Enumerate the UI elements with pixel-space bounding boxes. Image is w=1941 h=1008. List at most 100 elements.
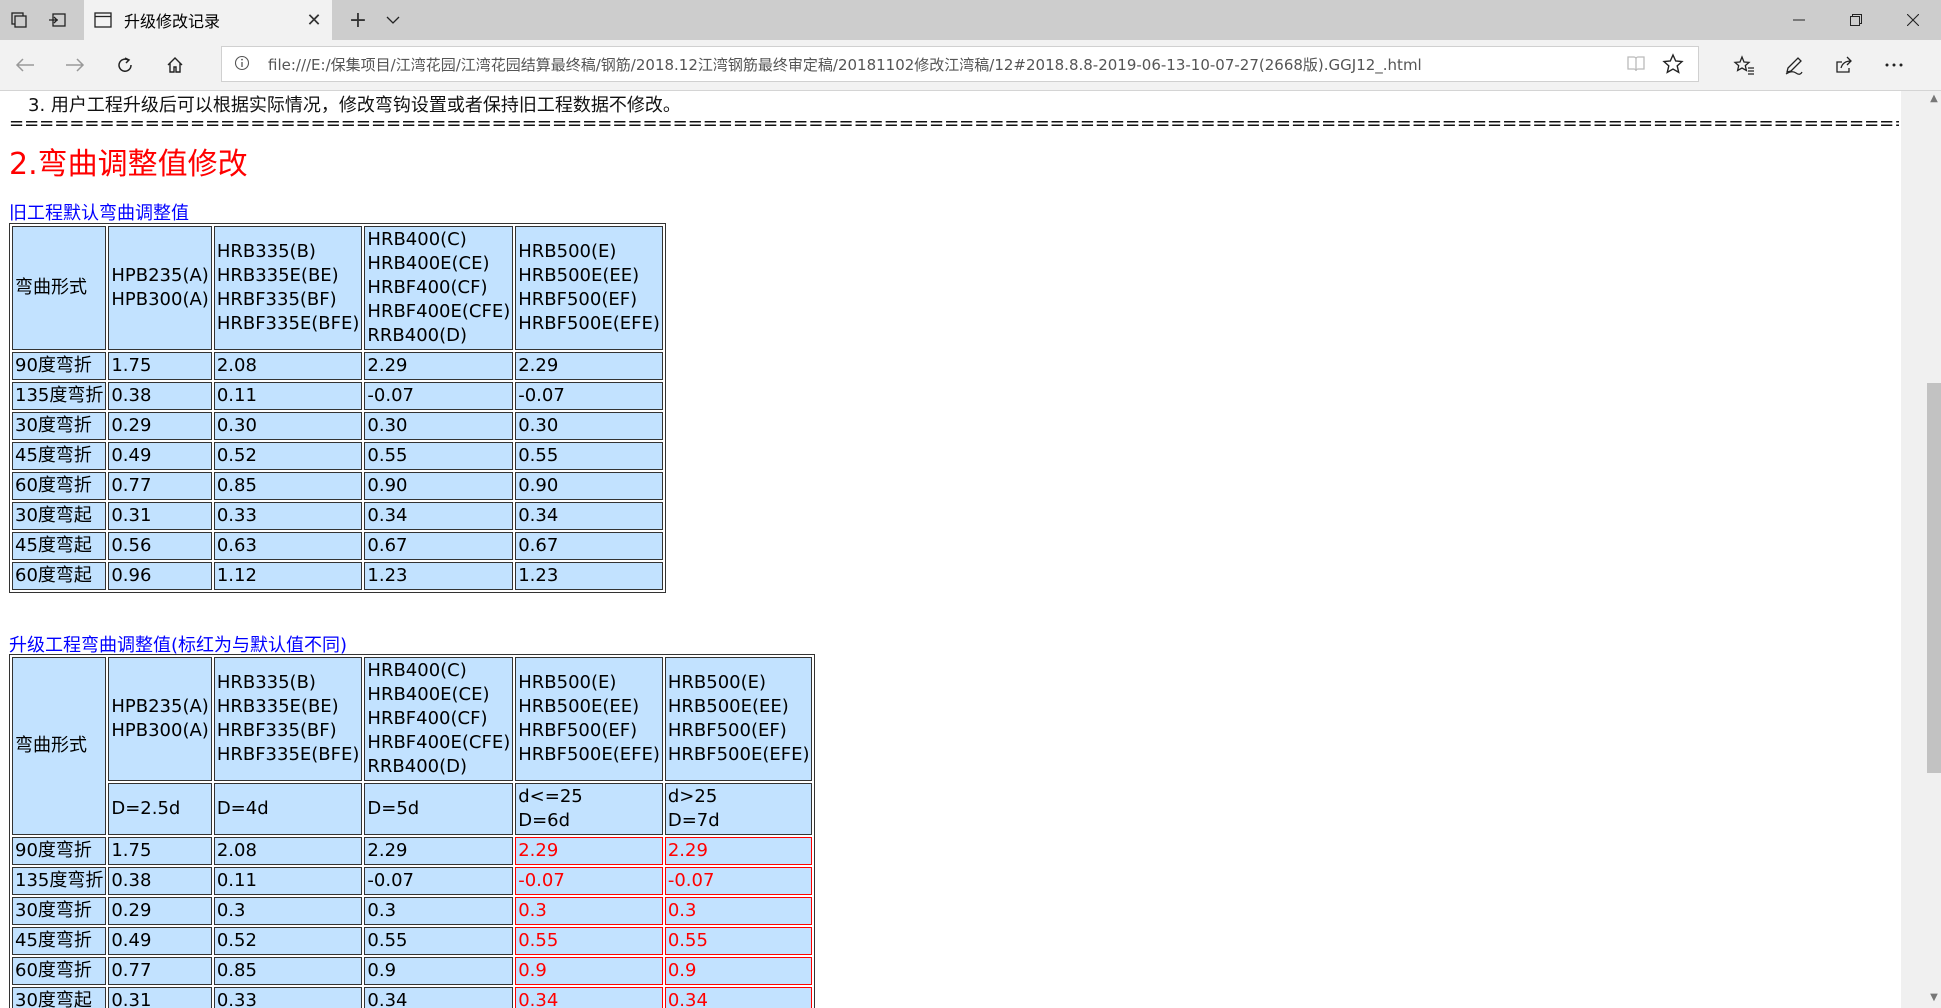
value-cell: 1.23 — [364, 562, 514, 590]
page-content: 3. 用户工程升级后可以根据实际情况，修改弯钩设置或者保持旧工程数据不修改。 =… — [0, 91, 1901, 1008]
changed-value-cell: 0.55 — [664, 927, 813, 955]
section-heading: 2.弯曲调整值修改 — [9, 147, 248, 182]
header-grade-col1: HPB235(A) HPB300(A) — [108, 657, 212, 781]
header-grade-col4: HRB500(E) HRB500E(EE) HRBF500(EF) HRBF500E(… — [515, 226, 663, 350]
changed-value-cell: 0.3 — [515, 897, 663, 925]
new-tab-icon[interactable]: + — [340, 0, 376, 40]
favorites-list-icon[interactable] — [1727, 49, 1761, 81]
share-icon[interactable] — [1827, 49, 1861, 81]
value-cell: 0.11 — [213, 867, 363, 895]
changed-value-cell: -0.07 — [664, 867, 813, 895]
value-cell: 0.31 — [108, 502, 212, 530]
set-aside-tabs-icon[interactable] — [38, 0, 76, 40]
header-grade-col2-line: HRBF335(BF) — [216, 720, 337, 741]
title-bar: 升级修改记录 ✕ + — [0, 0, 1941, 40]
value-cell: 0.85 — [213, 472, 363, 500]
minimize-icon[interactable] — [1770, 0, 1827, 40]
info-icon[interactable] — [234, 55, 250, 71]
header-grade-col4-line: HRBF500(EF) — [518, 289, 638, 310]
value-cell: 0.63 — [213, 532, 363, 560]
value-cell: 1.75 — [108, 352, 212, 380]
value-cell: 0.29 — [108, 412, 212, 440]
address-bar[interactable]: file:///E:/保集项目/江湾花园/江湾花园结算最终稿/钢筋/2018.1… — [221, 46, 1699, 82]
value-cell: 0.67 — [364, 532, 514, 560]
chevron-down-icon[interactable] — [378, 0, 408, 40]
header-grade-col4: HRB500(E) HRB500E(EE) HRBF500(EF) HRBF500E(… — [515, 657, 663, 781]
table-row: 60度弯折 0.77 0.85 0.90 0.90 — [12, 472, 663, 500]
value-cell: -0.07 — [364, 867, 514, 895]
table1-header-row: 弯曲形式 HPB235(A) HPB300(A) HRB335(B) HRB335E(B… — [12, 226, 663, 350]
value-cell: 2.29 — [515, 352, 663, 380]
favorite-star-icon[interactable] — [1662, 53, 1684, 79]
table-row: 30度弯折 0.29 0.3 0.3 0.3 0.3 — [12, 897, 813, 925]
scroll-down-arrow[interactable]: ▼ — [1927, 992, 1941, 1006]
row-label: 30度弯起 — [12, 502, 107, 530]
value-cell: 0.49 — [108, 442, 212, 470]
table-row: 135度弯折 0.38 0.11 -0.07 -0.07 — [12, 382, 663, 410]
pen-icon[interactable] — [1777, 49, 1811, 81]
value-cell: 0.30 — [364, 412, 514, 440]
table-row: 30度弯起 0.31 0.33 0.34 0.34 — [12, 502, 663, 530]
scrollbar-thumb[interactable] — [1927, 383, 1941, 773]
navigation-bar: file:///E:/保集项目/江湾花园/江湾花园结算最终稿/钢筋/2018.1… — [0, 40, 1941, 91]
separator-line: ========================================… — [9, 113, 1899, 134]
value-cell: -0.07 — [515, 382, 663, 410]
row-label: 30度弯起 — [12, 987, 107, 1008]
subheader-diameter-line: D=7d — [667, 810, 720, 831]
refresh-icon[interactable] — [108, 49, 142, 81]
value-cell: 0.77 — [108, 472, 212, 500]
value-cell: 0.90 — [515, 472, 663, 500]
value-cell: 0.29 — [108, 897, 212, 925]
header-grade-col1-line: HPB235(A) — [111, 696, 209, 717]
header-grade-col2-line: HRBF335(BF) — [216, 289, 337, 310]
value-cell: 0.31 — [108, 987, 212, 1008]
table-row: 135度弯折 0.38 0.11 -0.07 -0.07 -0.07 — [12, 867, 813, 895]
header-grade-col1: HPB235(A) HPB300(A) — [108, 226, 212, 350]
old-default-bend-table: 弯曲形式 HPB235(A) HPB300(A) HRB335(B) HRB335E(B… — [9, 223, 666, 593]
row-label: 30度弯折 — [12, 412, 107, 440]
header-grade-col2-line: HRB335E(BE) — [216, 696, 339, 717]
vertical-scrollbar[interactable]: ▲ ▼ — [1901, 91, 1941, 1008]
more-options-icon[interactable] — [1877, 49, 1911, 81]
row-label: 90度弯折 — [12, 837, 107, 865]
header-grade-col2-line: HRB335(B) — [216, 672, 316, 693]
value-cell: 0.30 — [515, 412, 663, 440]
upgraded-bend-table: 弯曲形式 HPB235(A) HPB300(A) HRB335(B) HRB335E(B… — [9, 654, 816, 1008]
subheader-diameter-line: d>25 — [667, 786, 718, 807]
reading-view-icon[interactable] — [1626, 55, 1646, 77]
forward-icon[interactable] — [58, 49, 92, 81]
close-tab-icon[interactable]: ✕ — [296, 10, 332, 31]
value-cell: 0.30 — [213, 412, 363, 440]
row-label: 45度弯折 — [12, 927, 107, 955]
header-grade-col4-line: HRB500(E) — [518, 672, 617, 693]
value-cell: 2.08 — [213, 352, 363, 380]
value-cell: 0.77 — [108, 957, 212, 985]
header-grade-col4-line: HRBF500E(EFE) — [518, 313, 660, 334]
home-icon[interactable] — [158, 49, 192, 81]
tab-manager-icon[interactable] — [0, 0, 38, 40]
header-grade-col3-line: HRB400E(CE) — [367, 253, 490, 274]
browser-tab-active[interactable]: 升级修改记录 ✕ — [84, 0, 332, 40]
restore-icon[interactable] — [1827, 0, 1884, 40]
header-grade-col3-line: HRB400(C) — [367, 660, 467, 681]
value-cell: 0.34 — [515, 502, 663, 530]
page-icon — [94, 12, 112, 28]
header-grade-col3: HRB400(C) HRB400E(CE) HRBF400(CF) HRBF400E(… — [364, 657, 514, 781]
row-label: 45度弯起 — [12, 532, 107, 560]
subheader-diameter: d<=25 D=6d — [515, 783, 663, 835]
scroll-up-arrow[interactable]: ▲ — [1927, 93, 1941, 107]
subheader-diameter-line: d<=25 — [518, 786, 583, 807]
table-row: 90度弯折 1.75 2.08 2.29 2.29 2.29 — [12, 837, 813, 865]
row-label: 60度弯折 — [12, 957, 107, 985]
table-row: 45度弯起 0.56 0.63 0.67 0.67 — [12, 532, 663, 560]
header-grade-col5-line: HRBF500E(EFE) — [667, 744, 810, 765]
header-grade-col3-line: RRB400(D) — [367, 325, 468, 346]
back-icon[interactable] — [8, 49, 42, 81]
table-row: 60度弯折 0.77 0.85 0.9 0.9 0.9 — [12, 957, 813, 985]
tab-title: 升级修改记录 — [124, 12, 221, 31]
value-cell: 0.3 — [364, 897, 514, 925]
url-text: file:///E:/保集项目/江湾花园/江湾花园结算最终稿/钢筋/2018.1… — [268, 56, 1422, 74]
header-grade-col5-line: HRB500(E) — [667, 672, 767, 693]
close-window-icon[interactable] — [1884, 0, 1941, 40]
value-cell: -0.07 — [364, 382, 514, 410]
